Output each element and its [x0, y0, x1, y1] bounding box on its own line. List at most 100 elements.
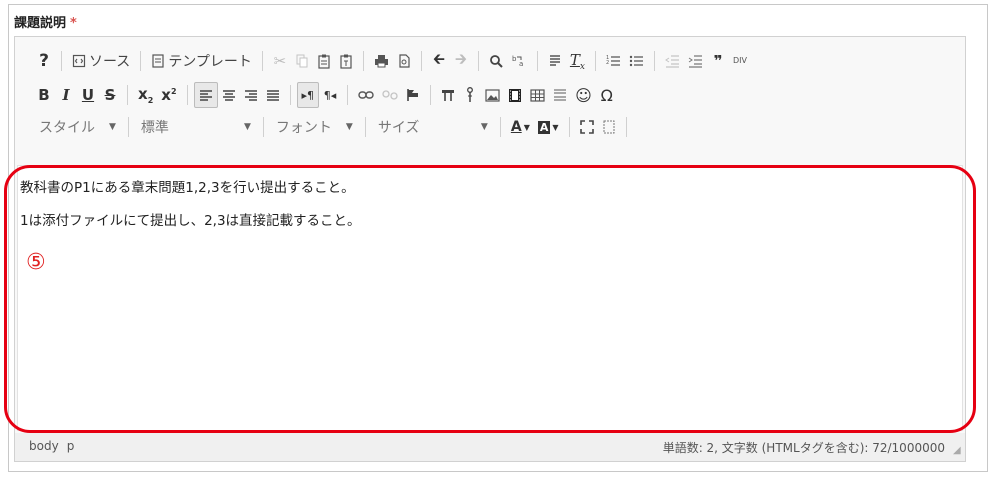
- toolbar-separator: [625, 117, 627, 137]
- flag-icon: [407, 89, 419, 101]
- page-break-button[interactable]: [437, 82, 459, 108]
- document-search-icon: [399, 54, 410, 68]
- find-replace-doc-button[interactable]: [393, 48, 415, 74]
- anchor-button[interactable]: [402, 82, 424, 108]
- toolbar-separator: [127, 117, 129, 137]
- source-label: ソース: [89, 54, 131, 70]
- superscript-button[interactable]: x2: [157, 82, 180, 108]
- italic-button[interactable]: I: [55, 82, 77, 108]
- image-button[interactable]: [481, 82, 504, 108]
- toolbar-separator: [347, 85, 349, 105]
- div-icon: DIV: [733, 56, 747, 65]
- element-path-item[interactable]: p: [67, 439, 75, 453]
- remove-format-button[interactable]: Tx: [566, 48, 589, 74]
- toolbar-separator: [61, 51, 62, 71]
- numbered-list-button[interactable]: 12: [602, 48, 625, 74]
- style-dropdown-value: スタイル: [39, 120, 95, 136]
- pin-icon: [467, 87, 474, 102]
- element-path-item[interactable]: body: [29, 439, 59, 453]
- background-color-button[interactable]: A ▼: [534, 114, 563, 140]
- editor-content-area[interactable]: 教科書のP1にある章末問題1,2,3を行い提出すること。 1は添付ファイルにて提…: [17, 165, 963, 431]
- unlink-icon: [382, 90, 398, 100]
- source-button[interactable]: ソース: [68, 48, 134, 74]
- align-left-icon: [199, 89, 212, 101]
- horizontal-rule-icon: [554, 89, 567, 101]
- link-icon: [358, 91, 374, 99]
- align-right-button[interactable]: [240, 82, 262, 108]
- editor-status-bar: body p 単語数: 2, 文字数 (HTMLタグを含む): 72/100000…: [15, 433, 965, 461]
- word-count: 単語数: 2, 文字数 (HTMLタグを含む): 72/1000000: [662, 441, 945, 455]
- style-dropdown[interactable]: スタイル ▼: [33, 115, 122, 139]
- toolbar-separator: [654, 51, 655, 71]
- horizontal-line-button[interactable]: [549, 82, 571, 108]
- chevron-down-icon: ▼: [345, 122, 353, 132]
- chevron-down-icon: ▼: [552, 122, 559, 132]
- align-center-icon: [222, 89, 235, 101]
- text-color-button[interactable]: A ▼: [507, 114, 534, 140]
- toolbar-separator: [536, 51, 538, 71]
- align-center-button[interactable]: [218, 82, 240, 108]
- undo-button[interactable]: 🡰: [428, 48, 450, 74]
- rtl-button[interactable]: ¶◂: [319, 82, 341, 108]
- subscript-button[interactable]: x2: [134, 82, 157, 108]
- size-dropdown[interactable]: サイズ ▼: [372, 115, 494, 139]
- find-button[interactable]: [485, 48, 507, 74]
- toolbar-separator: [499, 117, 501, 137]
- select-all-icon: [549, 55, 560, 66]
- paste-icon: [318, 54, 330, 69]
- emoji-button[interactable]: ☺: [571, 82, 596, 108]
- template-button[interactable]: テンプレート: [147, 48, 256, 74]
- content-paragraph[interactable]: 教科書のP1にある章末問題1,2,3を行い提出すること。: [20, 176, 355, 196]
- chevron-down-icon: ▼: [480, 122, 488, 132]
- search-icon: [490, 55, 503, 68]
- copy-button[interactable]: [291, 48, 313, 74]
- banner-icon: [442, 90, 455, 101]
- image-icon: [485, 88, 500, 102]
- bulleted-list-button[interactable]: [625, 48, 648, 74]
- ltr-button[interactable]: ▸¶: [296, 82, 320, 108]
- toolbar-row-2: B I U S x2 x2 ▸¶ ¶◂ ☺ Ω: [33, 81, 618, 109]
- toolbar-separator: [186, 85, 188, 105]
- special-insert-button[interactable]: [459, 82, 481, 108]
- video-button[interactable]: [504, 82, 526, 108]
- font-dropdown-value: フォント: [275, 120, 332, 136]
- smiley-icon: ☺: [575, 85, 592, 105]
- field-label-text: 課題説明: [14, 16, 67, 31]
- print-icon: [374, 55, 388, 68]
- show-blocks-button[interactable]: [598, 114, 620, 140]
- select-all-button[interactable]: [544, 48, 566, 74]
- resize-handle-icon[interactable]: ◢: [953, 445, 963, 456]
- help-button[interactable]: ?: [33, 48, 55, 74]
- indent-button[interactable]: [684, 48, 707, 74]
- strikethrough-button[interactable]: S: [99, 82, 121, 108]
- maximize-button[interactable]: [576, 114, 598, 140]
- create-div-button[interactable]: DIV: [729, 48, 751, 74]
- remove-format-icon: Tx: [569, 50, 585, 72]
- redo-icon: 🡲: [454, 49, 467, 68]
- underline-button[interactable]: U: [77, 82, 99, 108]
- outdent-button[interactable]: [661, 48, 684, 74]
- maximize-icon: [579, 120, 594, 134]
- blockquote-button[interactable]: ❞: [707, 48, 729, 74]
- bulleted-list-icon: [629, 55, 643, 67]
- print-button[interactable]: [370, 48, 393, 74]
- paste-text-button[interactable]: [335, 48, 357, 74]
- paste-button[interactable]: [313, 48, 335, 74]
- toolbar-separator: [289, 85, 291, 105]
- font-dropdown[interactable]: フォント ▼: [270, 115, 359, 139]
- bold-icon: B: [38, 86, 50, 104]
- cut-button[interactable]: ✂: [269, 48, 291, 74]
- table-button[interactable]: [526, 82, 549, 108]
- bold-button[interactable]: B: [33, 82, 55, 108]
- format-dropdown[interactable]: 標準 ▼: [135, 115, 257, 139]
- special-char-button[interactable]: Ω: [596, 82, 618, 108]
- redo-button[interactable]: 🡲: [450, 48, 472, 74]
- content-paragraph[interactable]: 1は添付ファイルにて提出し、2,3は直接記載すること。: [20, 209, 361, 229]
- align-left-button[interactable]: [193, 82, 218, 108]
- justify-button[interactable]: [262, 82, 284, 108]
- show-blocks-icon: [603, 120, 615, 134]
- link-button[interactable]: [354, 82, 378, 108]
- chevron-down-icon: ▼: [523, 122, 530, 132]
- replace-button[interactable]: ba: [507, 48, 531, 74]
- unlink-button[interactable]: [378, 82, 402, 108]
